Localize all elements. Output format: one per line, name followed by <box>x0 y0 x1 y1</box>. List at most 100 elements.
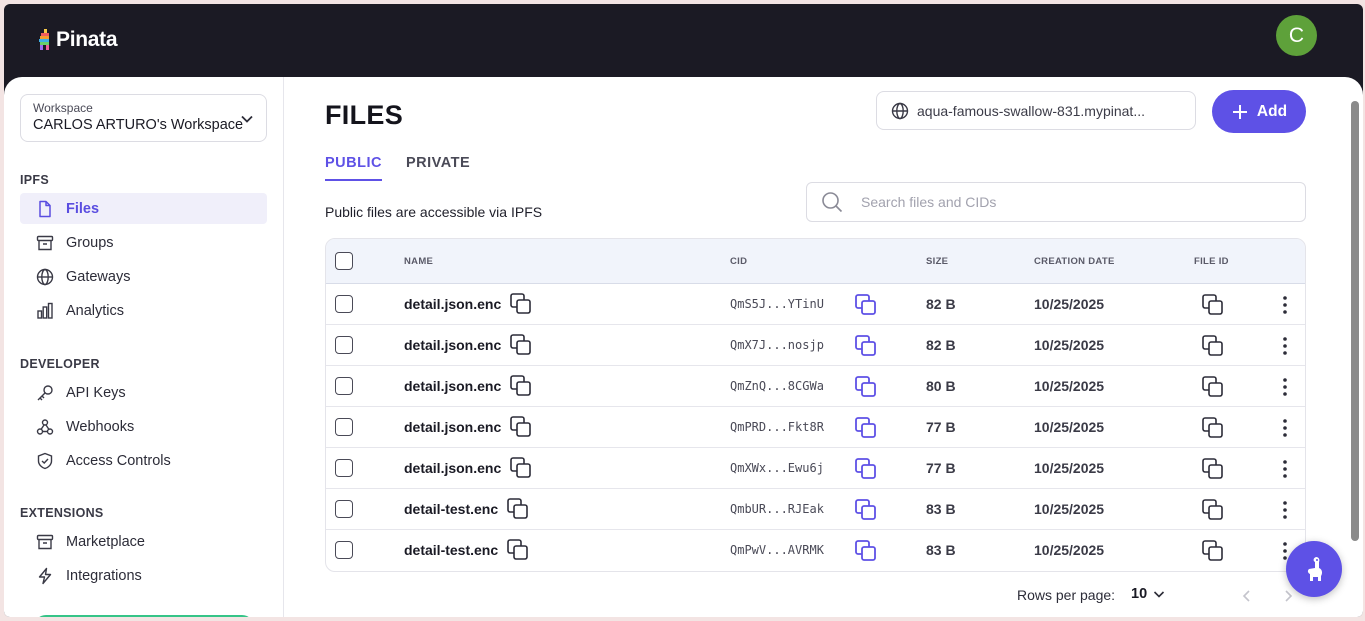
copy-cid-button[interactable] <box>854 457 878 484</box>
user-avatar[interactable]: C <box>1276 15 1317 56</box>
copy-cid-icon[interactable] <box>854 457 878 481</box>
copy-cid-button[interactable] <box>854 416 878 443</box>
row-checkbox[interactable] <box>335 336 353 354</box>
sidebar-item-access-controls[interactable]: Access Controls <box>20 445 267 476</box>
workspace-name: CARLOS ARTURO's Workspace <box>33 117 244 133</box>
sidebar-item-api-keys[interactable]: API Keys <box>20 377 267 408</box>
sidebar-item-webhooks[interactable]: Webhooks <box>20 411 267 442</box>
file-name[interactable]: detail.json.enc <box>404 460 501 476</box>
copy-cid-button[interactable] <box>854 375 878 402</box>
copy-icon[interactable] <box>509 456 533 480</box>
pinata-logo[interactable]: Pinata <box>38 28 118 52</box>
row-actions-button[interactable] <box>1276 500 1294 523</box>
table-row[interactable]: detail-test.enc QmPwV...AVRMK 83 B 10/25/20… <box>326 530 1305 571</box>
table-row[interactable]: detail.json.enc QmXWx...Ewu6j 77 B 10/25/20… <box>326 448 1305 489</box>
table-row[interactable]: detail.json.enc QmPRD...Fkt8R 77 B 10/25/20… <box>326 407 1305 448</box>
column-header-creation-date[interactable]: CREATION DATE <box>1034 256 1115 267</box>
row-checkbox[interactable] <box>335 459 353 477</box>
copy-cid-icon[interactable] <box>854 334 878 358</box>
select-all-checkbox[interactable] <box>335 252 353 270</box>
copy-icon[interactable] <box>1201 416 1225 440</box>
help-chat-button[interactable] <box>1286 541 1342 597</box>
gateway-selector[interactable]: aqua-famous-swallow-831.mypinat... <box>876 91 1196 130</box>
row-actions-button[interactable] <box>1276 459 1294 482</box>
next-page-icon[interactable] <box>1281 589 1295 603</box>
file-name-cell[interactable]: detail-test.enc <box>404 497 530 521</box>
table-row[interactable]: detail-test.enc QmbUR...RJEak 83 B 10/25/20… <box>326 489 1305 530</box>
column-header-name[interactable]: NAME <box>404 256 433 267</box>
search-box[interactable] <box>806 182 1306 222</box>
row-actions-button[interactable] <box>1276 336 1294 359</box>
table-row[interactable]: detail.json.enc QmS5J...YTinU 82 B 10/25/20… <box>326 284 1305 325</box>
row-checkbox[interactable] <box>335 377 353 395</box>
row-actions-button[interactable] <box>1276 295 1294 318</box>
copy-icon[interactable] <box>1201 334 1225 358</box>
upgrade-button[interactable] <box>34 615 254 617</box>
row-checkbox[interactable] <box>335 418 353 436</box>
sidebar-item-marketplace[interactable]: Marketplace <box>20 526 267 557</box>
copy-icon[interactable] <box>509 415 533 439</box>
file-name[interactable]: detail-test.enc <box>404 501 498 517</box>
scrollbar-thumb[interactable] <box>1351 101 1359 541</box>
copy-cid-icon[interactable] <box>854 539 878 563</box>
copy-file-id-button[interactable] <box>1201 416 1225 443</box>
copy-file-id-button[interactable] <box>1201 498 1225 525</box>
row-actions-button[interactable] <box>1276 418 1294 441</box>
copy-file-id-button[interactable] <box>1201 457 1225 484</box>
copy-cid-icon[interactable] <box>854 416 878 440</box>
copy-icon[interactable] <box>509 333 533 357</box>
sidebar-item-integrations[interactable]: Integrations <box>20 560 267 591</box>
copy-icon[interactable] <box>509 374 533 398</box>
webhook-icon <box>36 418 54 435</box>
file-name-cell[interactable]: detail.json.enc <box>404 415 533 439</box>
file-name[interactable]: detail.json.enc <box>404 419 501 435</box>
copy-icon[interactable] <box>506 538 530 562</box>
copy-cid-button[interactable] <box>854 293 878 320</box>
copy-file-id-button[interactable] <box>1201 375 1225 402</box>
row-actions-button[interactable] <box>1276 377 1294 400</box>
file-name[interactable]: detail.json.enc <box>404 296 501 312</box>
file-name-cell[interactable]: detail.json.enc <box>404 456 533 480</box>
column-header-size[interactable]: SIZE <box>926 256 948 267</box>
file-name-cell[interactable]: detail.json.enc <box>404 374 533 398</box>
scrollbar[interactable] <box>1347 91 1361 541</box>
copy-file-id-button[interactable] <box>1201 539 1225 566</box>
file-name[interactable]: detail.json.enc <box>404 337 501 353</box>
tab-public[interactable]: PUBLIC <box>325 155 382 181</box>
copy-cid-button[interactable] <box>854 334 878 361</box>
workspace-selector[interactable]: Workspace CARLOS ARTURO's Workspace <box>20 94 267 142</box>
copy-icon[interactable] <box>1201 457 1225 481</box>
copy-file-id-button[interactable] <box>1201 334 1225 361</box>
copy-icon[interactable] <box>509 292 533 316</box>
search-input[interactable] <box>861 194 1261 210</box>
copy-file-id-button[interactable] <box>1201 293 1225 320</box>
file-name[interactable]: detail-test.enc <box>404 542 498 558</box>
copy-icon[interactable] <box>1201 498 1225 522</box>
copy-cid-button[interactable] <box>854 539 878 566</box>
previous-page-icon[interactable] <box>1240 589 1254 603</box>
copy-icon[interactable] <box>1201 375 1225 399</box>
copy-cid-icon[interactable] <box>854 375 878 399</box>
copy-icon[interactable] <box>1201 293 1225 317</box>
table-row[interactable]: detail.json.enc QmZnQ...8CGWa 80 B 10/25/20… <box>326 366 1305 407</box>
copy-icon[interactable] <box>506 497 530 521</box>
file-name-cell[interactable]: detail.json.enc <box>404 292 533 316</box>
copy-icon[interactable] <box>1201 539 1225 563</box>
copy-cid-icon[interactable] <box>854 293 878 317</box>
file-name[interactable]: detail.json.enc <box>404 378 501 394</box>
sidebar-item-analytics[interactable]: Analytics <box>20 295 267 326</box>
row-checkbox[interactable] <box>335 295 353 313</box>
row-checkbox[interactable] <box>335 500 353 518</box>
tab-private[interactable]: PRIVATE <box>406 155 470 171</box>
rows-per-page-select[interactable]: 10 <box>1131 586 1165 602</box>
row-checkbox[interactable] <box>335 541 353 559</box>
sidebar-item-gateways[interactable]: Gateways <box>20 261 267 292</box>
sidebar-item-groups[interactable]: Groups <box>20 227 267 258</box>
add-button[interactable]: Add <box>1212 90 1306 133</box>
copy-cid-button[interactable] <box>854 498 878 525</box>
copy-cid-icon[interactable] <box>854 498 878 522</box>
sidebar-item-files[interactable]: Files <box>20 193 267 224</box>
file-name-cell[interactable]: detail-test.enc <box>404 538 530 562</box>
file-name-cell[interactable]: detail.json.enc <box>404 333 533 357</box>
table-row[interactable]: detail.json.enc QmX7J...nosjp 82 B 10/25/20… <box>326 325 1305 366</box>
